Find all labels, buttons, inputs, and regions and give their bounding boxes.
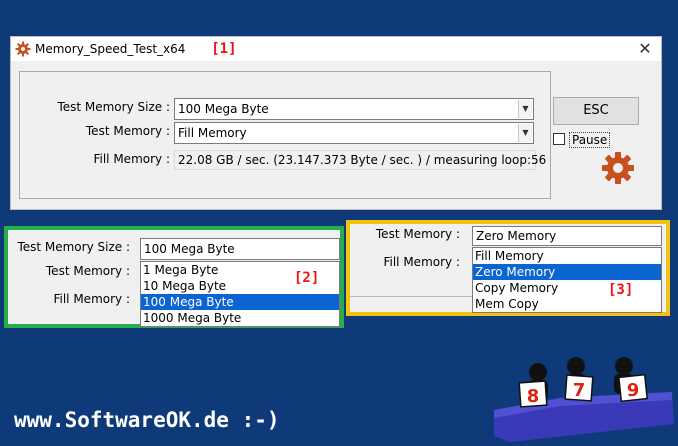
- mode-option[interactable]: Fill Memory: [473, 248, 661, 264]
- score-card: 8: [518, 380, 548, 408]
- divider: [350, 296, 472, 297]
- test-memory-size-combo[interactable]: 100 Mega Byte ▼: [174, 98, 534, 120]
- test-memory-label: Test Memory :: [45, 264, 130, 278]
- test-memory-value: Zero Memory: [476, 229, 557, 243]
- size-dropdown-panel: Test Memory Size : 100 Mega Byte Test Me…: [4, 226, 344, 328]
- test-memory-size-value: 100 Mega Byte: [144, 242, 235, 256]
- fill-memory-label: Fill Memory :: [93, 152, 170, 166]
- close-icon: ✕: [638, 39, 652, 58]
- close-button[interactable]: ✕: [635, 39, 655, 59]
- score-value: 7: [573, 380, 586, 401]
- size-option[interactable]: 1000 Mega Byte: [141, 310, 339, 326]
- test-memory-label: Test Memory :: [375, 227, 460, 241]
- fill-memory-readout: 22.08 GB / sec. (23.147.373 Byte / sec. …: [174, 150, 546, 170]
- gear-icon: [602, 152, 634, 184]
- test-memory-combo[interactable]: Zero Memory: [472, 226, 662, 246]
- callout-badge-2: [2]: [294, 270, 320, 286]
- callout-badge-3: [3]: [608, 282, 634, 298]
- main-window: Memory_Speed_Test_x64 [1] ✕ Test Memory …: [10, 36, 662, 210]
- test-memory-size-label: Test Memory Size :: [57, 100, 170, 114]
- test-memory-value: Fill Memory: [178, 126, 247, 140]
- score-value: 8: [527, 386, 540, 407]
- test-memory-size-value: 100 Mega Byte: [178, 102, 269, 116]
- gear-icon: [15, 41, 31, 57]
- mode-options-list: Fill Memory Zero Memory Copy Memory Mem …: [472, 247, 662, 313]
- test-memory-size-label: Test Memory Size :: [17, 240, 130, 254]
- pause-label[interactable]: Pause: [569, 132, 611, 148]
- title-bar: Memory_Speed_Test_x64 [1] ✕: [11, 37, 661, 61]
- score-value: 9: [627, 380, 640, 401]
- site-watermark: www.SoftwareOK.de :-): [14, 408, 280, 432]
- test-memory-combo[interactable]: Fill Memory ▼: [174, 122, 534, 144]
- score-card: 7: [564, 374, 594, 402]
- window-title-text: Memory_Speed_Test_x64: [35, 42, 186, 56]
- test-memory-size-combo[interactable]: 100 Mega Byte: [140, 238, 340, 260]
- judges-illustration: 8 7 9: [494, 357, 674, 442]
- fill-memory-label: Fill Memory :: [383, 255, 460, 269]
- callout-badge-1: [1]: [211, 41, 237, 57]
- pause-checkbox[interactable]: [553, 133, 565, 145]
- chevron-down-icon[interactable]: ▼: [518, 124, 532, 142]
- size-option-selected[interactable]: 100 Mega Byte: [141, 294, 339, 310]
- esc-button[interactable]: ESC: [553, 97, 639, 125]
- chevron-down-icon[interactable]: ▼: [518, 100, 532, 118]
- fill-memory-label: Fill Memory :: [53, 292, 130, 306]
- window-title: Memory_Speed_Test_x64 [1]: [35, 41, 237, 57]
- settings-group: Test Memory Size : 100 Mega Byte ▼ Test …: [19, 71, 551, 199]
- test-memory-label: Test Memory :: [85, 124, 170, 138]
- mode-option-selected[interactable]: Zero Memory: [473, 264, 661, 280]
- score-card: 9: [617, 373, 649, 403]
- fill-memory-result: 22.08 GB / sec. (23.147.373 Byte / sec. …: [178, 153, 547, 167]
- mode-option[interactable]: Mem Copy: [473, 296, 661, 312]
- esc-button-label: ESC: [583, 103, 609, 118]
- mode-dropdown-panel: Test Memory : Zero Memory Fill Memory : …: [346, 220, 670, 316]
